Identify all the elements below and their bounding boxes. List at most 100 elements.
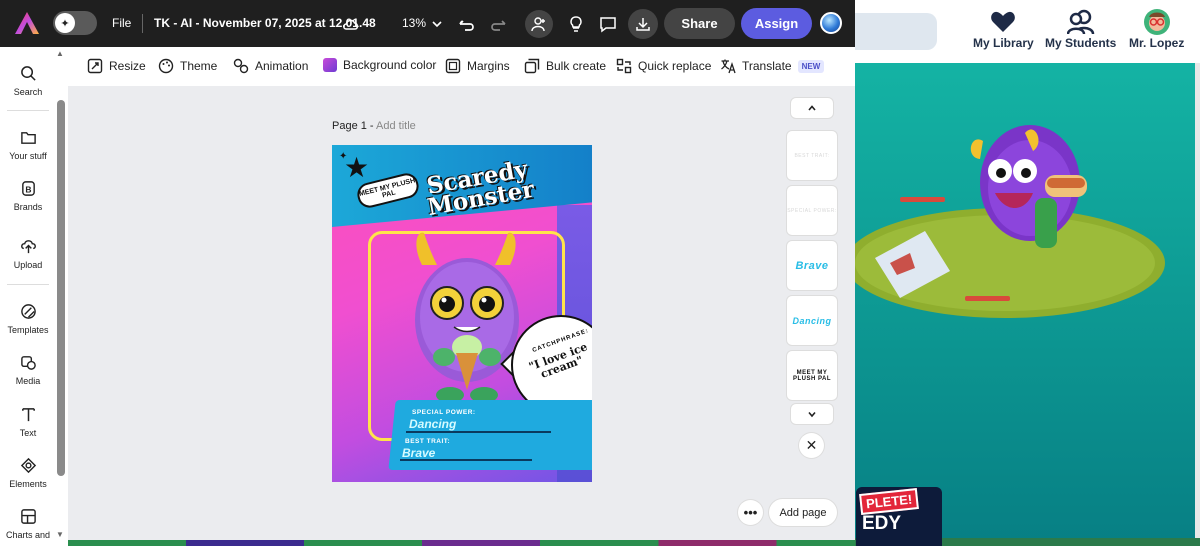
- file-menu[interactable]: File: [112, 16, 131, 30]
- nav-profile-label: Mr. Lopez: [1129, 36, 1185, 50]
- quick-replace-label: Quick replace: [638, 59, 712, 73]
- animation-label: Animation: [255, 59, 309, 73]
- thumbnails-down-button[interactable]: [791, 404, 833, 424]
- thumbnail-brave[interactable]: Brave: [787, 241, 837, 290]
- nav-my-library[interactable]: My Library: [973, 8, 1034, 50]
- redo-icon[interactable]: [485, 11, 511, 37]
- card-tag: PLETE!: [859, 488, 920, 515]
- page-scrollbar[interactable]: [1195, 63, 1200, 546]
- thumbnail-dancing[interactable]: Dancing: [787, 296, 837, 345]
- best-trait-value[interactable]: Brave: [402, 446, 435, 460]
- sparkle-icon: ✦: [339, 151, 348, 162]
- add-title-field[interactable]: Add title: [376, 120, 416, 132]
- star-icon: ★: [344, 152, 370, 183]
- bulk-create-tool[interactable]: Bulk create: [524, 58, 606, 74]
- best-trait-underline: [400, 459, 532, 461]
- rail-text[interactable]: Text: [0, 406, 56, 438]
- poster-page[interactable]: ★ ✦ MEET MY PLUSH PAL Scaredy Monster CA…: [332, 145, 592, 482]
- thumbnail-text: MEET MY PLUSH PAL: [792, 369, 832, 382]
- rail-scroll-up-icon[interactable]: ▲: [56, 49, 64, 58]
- students-icon: [1066, 8, 1096, 36]
- design-toolbar: Resize Theme Animation Background color …: [68, 47, 855, 86]
- nav-profile[interactable]: Mr. Lopez: [1129, 8, 1184, 50]
- bottom-page-strip: [68, 540, 855, 546]
- bulk-create-icon: [524, 58, 540, 74]
- translate-icon: [721, 59, 736, 74]
- left-rail: ▲ Search Your stuff B Brands Upload Temp…: [0, 47, 68, 546]
- rail-your-stuff[interactable]: Your stuff: [0, 129, 56, 161]
- chevron-down-icon: [808, 411, 816, 418]
- theme-label: Theme: [180, 59, 218, 73]
- background-website: My Library My Students Mr. Lopez PLETE! …: [845, 0, 1200, 546]
- mode-toggle[interactable]: ✦: [53, 11, 97, 35]
- user-avatar-icon[interactable]: [820, 12, 842, 34]
- rail-brands[interactable]: B Brands: [0, 180, 56, 212]
- brand-icon: B: [21, 181, 35, 196]
- app-logo-icon[interactable]: [14, 11, 40, 35]
- heart-icon: [988, 8, 1018, 36]
- chevron-down-icon[interactable]: [424, 11, 450, 37]
- folder-icon: [20, 132, 36, 144]
- media-icon: [20, 356, 36, 370]
- rail-upload[interactable]: Upload: [0, 238, 56, 270]
- rail-charts-label: Charts and: [5, 530, 51, 540]
- card-word: EDY: [862, 513, 902, 534]
- comment-icon[interactable]: [595, 11, 621, 37]
- cloud-save-icon[interactable]: [338, 11, 364, 37]
- page-title-row: Page 1 - Add title: [332, 120, 416, 132]
- rail-media-label: Media: [15, 376, 41, 386]
- add-page-button[interactable]: Add page: [769, 499, 837, 526]
- undo-icon[interactable]: [454, 11, 480, 37]
- thumbnails-up-button[interactable]: [791, 98, 833, 118]
- best-trait-label: BEST TRAIT:: [405, 438, 451, 445]
- hero-banner: [845, 63, 1195, 546]
- rail-media[interactable]: Media: [0, 354, 56, 386]
- rail-elements[interactable]: Elements: [0, 457, 56, 489]
- rail-charts[interactable]: Charts and: [0, 508, 56, 540]
- margins-tool[interactable]: Margins: [445, 58, 510, 74]
- background-search-field[interactable]: [855, 13, 937, 50]
- resize-icon: [87, 58, 103, 74]
- elements-icon: [20, 457, 36, 474]
- margins-icon: [445, 58, 461, 74]
- rail-your-stuff-label: Your stuff: [9, 151, 47, 161]
- assign-button[interactable]: Assign: [741, 8, 812, 39]
- search-icon: [20, 66, 36, 81]
- thumbnail-special-power[interactable]: SPECIAL POWER:: [787, 186, 837, 235]
- quick-replace-tool[interactable]: Quick replace: [616, 58, 711, 74]
- rail-divider: [7, 284, 49, 285]
- resize-tool[interactable]: Resize: [87, 58, 146, 74]
- special-power-underline: [406, 431, 551, 433]
- background-color-tool[interactable]: Background color: [323, 58, 436, 72]
- zoom-level[interactable]: 13%: [402, 16, 426, 30]
- charts-icon: [20, 509, 36, 524]
- rail-scrollbar[interactable]: [57, 100, 65, 476]
- nav-my-students[interactable]: My Students: [1045, 8, 1116, 50]
- translate-label: Translate: [742, 59, 792, 73]
- top-bar: ✦ File TK - AI - November 07, 2025 at 12…: [0, 0, 855, 47]
- special-power-label: SPECIAL POWER:: [412, 409, 476, 416]
- share-button[interactable]: Share: [664, 8, 735, 39]
- rail-brands-label: Brands: [13, 202, 43, 212]
- theme-tool[interactable]: Theme: [158, 58, 217, 74]
- monster-card-preview[interactable]: PLETE! EDY: [856, 487, 942, 546]
- animation-tool[interactable]: Animation: [233, 58, 308, 74]
- background-nav: My Library My Students Mr. Lopez: [855, 0, 1200, 63]
- close-icon[interactable]: ✕: [799, 433, 824, 458]
- rail-scroll-down-icon[interactable]: ▼: [56, 530, 64, 539]
- topbar-divider: [142, 14, 143, 33]
- rail-templates[interactable]: Templates: [0, 303, 56, 335]
- rail-search-label: Search: [13, 87, 43, 97]
- thumbnail-best-trait[interactable]: BEST TRAIT:: [787, 131, 837, 180]
- lightbulb-icon[interactable]: [563, 11, 589, 37]
- thumbnail-plush-pal[interactable]: MEET MY PLUSH PAL: [787, 351, 837, 400]
- rail-search[interactable]: Search: [0, 65, 56, 97]
- chevron-up-icon: [808, 105, 816, 111]
- translate-tool[interactable]: Translate NEW: [720, 58, 825, 74]
- download-icon[interactable]: [628, 9, 658, 39]
- special-power-value[interactable]: Dancing: [409, 417, 456, 431]
- more-options-icon[interactable]: •••: [738, 500, 763, 525]
- hero-illustration: [845, 125, 1165, 318]
- invite-user-icon[interactable]: [525, 10, 553, 38]
- animation-icon: [233, 58, 249, 74]
